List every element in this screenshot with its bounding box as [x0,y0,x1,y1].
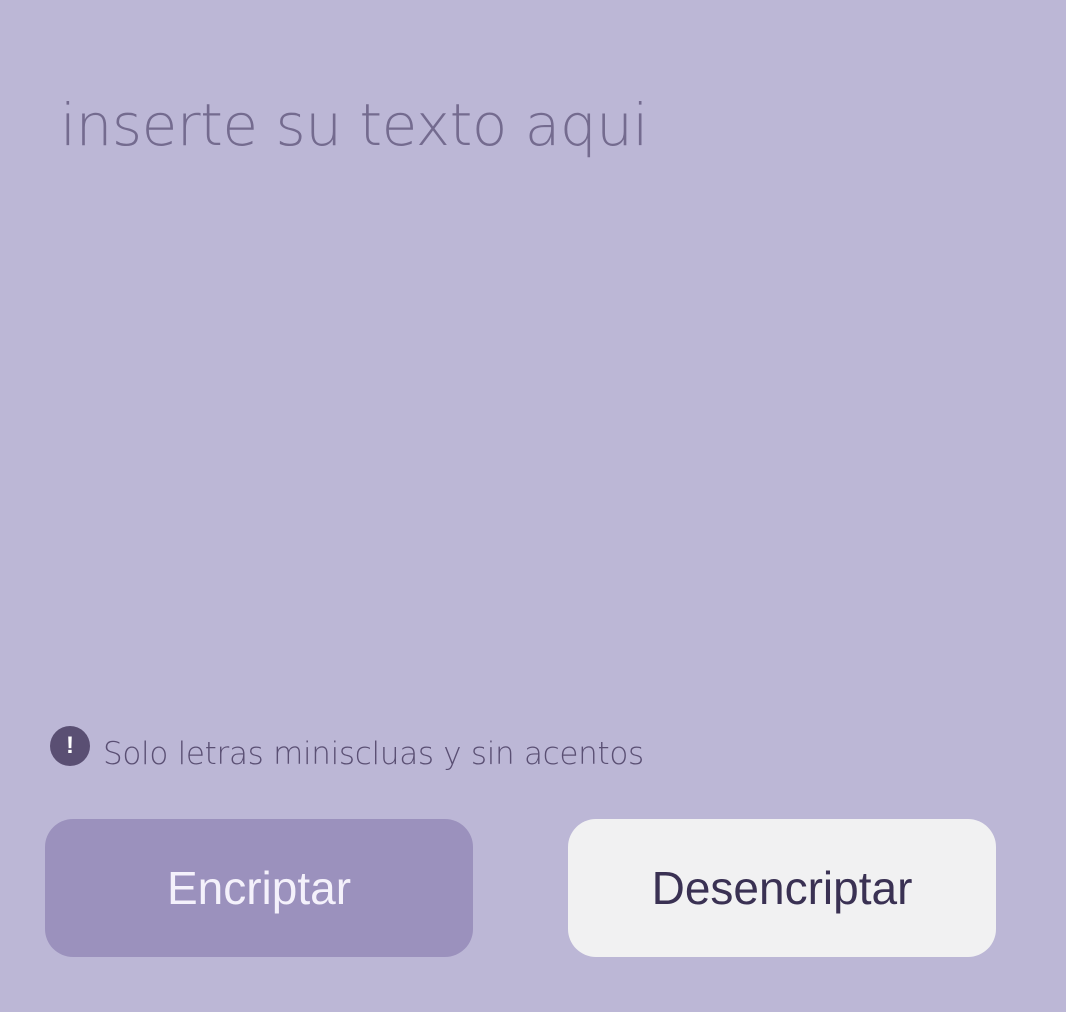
input-hint: ! Solo letras miniscluas y sin acentos [50,726,644,776]
text-input[interactable] [60,80,1000,680]
decrypt-button[interactable]: Desencriptar [568,819,996,957]
encrypt-button[interactable]: Encriptar [45,819,473,957]
exclamation-circle-icon: ! [50,726,90,766]
hint-text: Solo letras miniscluas y sin acentos [103,736,644,772]
